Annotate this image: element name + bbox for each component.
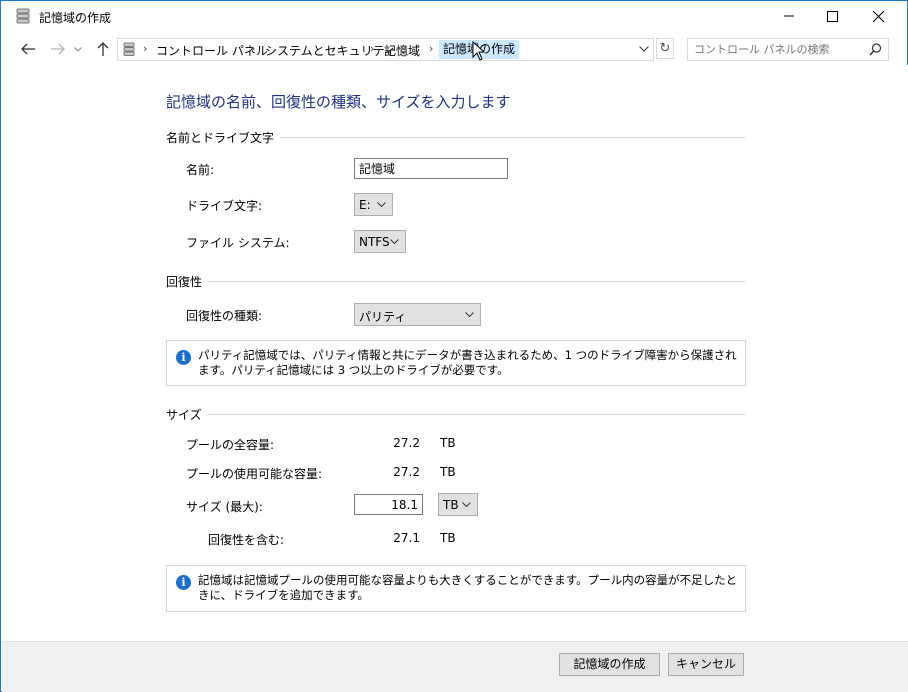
chevron-down-icon <box>465 312 474 317</box>
forward-button[interactable] <box>48 39 68 59</box>
pool-total-capacity-label: プールの全容量: <box>186 438 275 452</box>
address-bar[interactable]: › コントロール パネル › システムとセキュリティ › 記憶域 › 記憶域の作… <box>117 38 654 61</box>
forward-arrow-icon <box>51 43 65 55</box>
create-storage-space-button[interactable]: 記憶域の作成 <box>559 653 660 676</box>
pool-available-capacity-label: プールの使用可能な容量: <box>186 467 323 481</box>
recent-locations-button[interactable] <box>71 39 85 59</box>
parity-info-text: パリティ記憶域では、パリティ情報と共にデータが書き込まれるため、1 つのドライブ… <box>198 348 737 377</box>
storage-spaces-icon <box>16 8 30 24</box>
size-section-title: サイズ <box>166 406 208 423</box>
size-info-text: 記憶域は記憶域プールの使用可能な容量よりも大きくすることができます。プール内の容… <box>198 573 738 602</box>
chevron-down-icon <box>74 46 82 52</box>
info-icon: i <box>176 350 191 365</box>
search-icon <box>869 43 882 56</box>
page-heading: 記憶域の名前、回復性の種類、サイズを入力します <box>166 93 511 111</box>
breadcrumb-separator-icon[interactable]: › <box>251 42 255 55</box>
breadcrumb-separator-icon[interactable]: › <box>143 42 147 55</box>
drive-letter-value: E: <box>359 198 371 212</box>
name-drive-section-title: 名前とドライブ文字 <box>166 129 281 146</box>
minimize-icon <box>784 15 794 17</box>
breadcrumb-separator-icon[interactable]: › <box>429 42 433 55</box>
close-button[interactable] <box>855 1 901 31</box>
file-system-label: ファイル システム: <box>186 236 290 250</box>
chevron-down-icon <box>377 202 386 207</box>
divider <box>166 414 745 415</box>
max-size-input[interactable] <box>354 494 423 515</box>
storage-spaces-icon <box>123 42 135 56</box>
name-input[interactable] <box>354 158 508 179</box>
chevron-down-icon <box>390 239 399 244</box>
size-unit-select[interactable]: TB <box>438 493 478 516</box>
pool-total-capacity-value: 27.2 <box>393 436 420 450</box>
info-icon: i <box>176 575 191 590</box>
including-resiliency-label: 回復性を含む: <box>208 533 285 547</box>
chevron-down-icon <box>639 45 649 52</box>
size-unit-value: TB <box>443 498 459 512</box>
including-resiliency-value: 27.1 <box>393 531 420 545</box>
breadcrumb-system-security[interactable]: システムとセキュリティ <box>265 42 396 59</box>
up-button[interactable] <box>93 39 113 59</box>
pool-total-capacity-unit: TB <box>440 436 456 450</box>
name-label: 名前: <box>186 163 215 177</box>
minimize-button[interactable] <box>766 1 812 31</box>
breadcrumb-storage-spaces[interactable]: 記憶域 <box>384 42 420 59</box>
main-content: 記憶域の名前、回復性の種類、サイズを入力します 名前とドライブ文字 名前: ドラ… <box>2 65 908 641</box>
address-dropdown-button[interactable] <box>635 38 653 59</box>
storage-space-window: 記憶域の作成 › コントロール パネル › システムとセキュリティ › 記憶域 … <box>0 0 908 692</box>
breadcrumb-separator-icon[interactable]: › <box>370 42 374 55</box>
maximize-button[interactable] <box>809 1 855 31</box>
up-arrow-icon <box>97 42 109 56</box>
resiliency-section-title: 回復性 <box>166 273 209 290</box>
navigation-bar: › コントロール パネル › システムとセキュリティ › 記憶域 › 記憶域の作… <box>1 34 907 64</box>
resiliency-type-select[interactable]: パリティ <box>354 303 481 326</box>
resiliency-type-label: 回復性の種類: <box>186 309 263 323</box>
drive-letter-select[interactable]: E: <box>354 193 393 216</box>
including-resiliency-unit: TB <box>440 531 456 545</box>
size-info-box: i 記憶域は記憶域プールの使用可能な容量よりも大きくすることができます。プール内… <box>166 565 746 612</box>
file-system-select[interactable]: NTFS <box>354 230 406 253</box>
back-button[interactable] <box>18 39 38 59</box>
title-bar: 記憶域の作成 <box>1 1 907 31</box>
search-box[interactable] <box>687 38 889 61</box>
mouse-cursor-icon <box>472 41 485 61</box>
parity-info-box: i パリティ記憶域では、パリティ情報と共にデータが書き込まれるため、1 つのドラ… <box>166 340 746 386</box>
footer-bar: 記憶域の作成 キャンセル <box>2 641 908 692</box>
maximize-icon <box>826 10 838 22</box>
file-system-value: NTFS <box>359 235 390 249</box>
refresh-icon: ↻ <box>659 41 671 56</box>
search-input[interactable] <box>694 42 864 57</box>
cancel-button[interactable]: キャンセル <box>668 653 744 676</box>
chevron-down-icon <box>462 502 471 507</box>
divider <box>166 281 745 282</box>
resiliency-type-value: パリティ <box>359 310 407 324</box>
max-size-label: サイズ (最大): <box>186 500 263 514</box>
back-arrow-icon <box>21 43 35 55</box>
refresh-button[interactable]: ↻ <box>656 38 674 59</box>
window-title: 記憶域の作成 <box>39 11 112 25</box>
pool-available-capacity-unit: TB <box>440 465 456 479</box>
close-icon <box>872 10 884 22</box>
pool-available-capacity-value: 27.2 <box>393 465 420 479</box>
drive-letter-label: ドライブ文字: <box>186 199 263 213</box>
